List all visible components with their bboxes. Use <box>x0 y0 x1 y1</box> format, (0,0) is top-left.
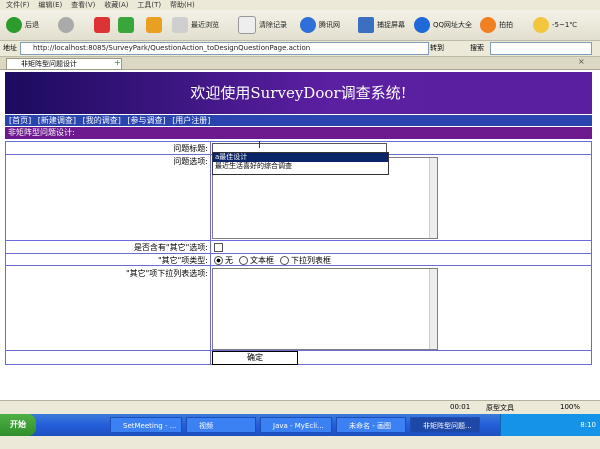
site-nav: [首页] [新建调查] [我的调查] [参与调查] [用户注册] <box>5 115 592 126</box>
forward-button[interactable] <box>58 15 77 35</box>
task-setmeeting[interactable]: SetMeeting - ... <box>110 417 182 433</box>
textarea-scrollbar[interactable] <box>429 269 437 349</box>
new-tab-icon[interactable]: + <box>114 58 121 67</box>
tab-bar: 非矩阵型问题设计 + × <box>0 57 600 70</box>
tencent-icon <box>300 17 316 33</box>
shoot-button[interactable]: 拍拍 <box>480 15 513 35</box>
close-tab-icon[interactable]: × <box>578 57 585 66</box>
menu-tools[interactable]: 工具(T) <box>137 0 161 10</box>
site-banner: 欢迎使用SurveyDoor调查系统! <box>5 72 592 114</box>
form-column-divider <box>210 141 211 365</box>
desktop-bottom <box>0 436 600 449</box>
status-time: 00:01 <box>450 403 471 411</box>
weather-widget[interactable]: -5~1℃ <box>533 15 577 35</box>
has-other-label: 是否含有"其它"选项: <box>133 243 208 252</box>
stop-icon <box>94 17 110 33</box>
task-java[interactable]: Java - MyEcli... <box>260 417 332 433</box>
has-other-checkbox[interactable] <box>214 243 223 252</box>
other-list-label: "其它"项下拉列表选项: <box>125 269 208 278</box>
screen-icon <box>358 17 374 33</box>
radio-textbox-label: 文本框 <box>250 256 274 265</box>
radio-none[interactable] <box>214 256 223 265</box>
start-button[interactable]: 开始 <box>0 414 36 436</box>
task-paint[interactable]: 未命名 - 画图 <box>336 417 406 433</box>
screenshot-button[interactable]: 捕捉屏幕 <box>358 15 405 35</box>
browser-statusbar: 00:01 原型文具 100% <box>0 400 600 414</box>
form-row-divider <box>5 240 592 241</box>
refresh-button[interactable] <box>118 15 137 35</box>
status-zoom[interactable]: 100% <box>560 403 580 411</box>
search-input[interactable] <box>490 42 592 55</box>
section-title: 非矩阵型问题设计: <box>5 127 592 139</box>
address-bar: 地址 http://localhost:8085/SurveyPark/Ques… <box>0 41 600 57</box>
nav-register[interactable]: [用户注册] <box>172 116 210 125</box>
other-type-label: "其它"项类型: <box>157 256 208 265</box>
paipai-icon <box>480 17 496 33</box>
windows-taskbar: 开始 SetMeeting - ... 视频 Java - MyEcli... … <box>0 414 600 436</box>
nav-home[interactable]: [首页] <box>9 116 31 125</box>
autocomplete-dropdown: a最佳设计 最近生活喜好的综合调查 <box>212 152 389 175</box>
radio-dropdown[interactable] <box>280 256 289 265</box>
radio-dropdown-label: 下拉列表框 <box>291 256 331 265</box>
nav-new-survey[interactable]: [新建调查] <box>38 116 76 125</box>
go-button[interactable]: 转到 <box>430 43 444 53</box>
form-row-divider <box>5 253 592 254</box>
system-tray: 8:10 <box>500 414 600 436</box>
tray-clock[interactable]: 8:10 <box>580 421 596 429</box>
home-button[interactable] <box>146 15 165 35</box>
recent-icon <box>172 17 188 33</box>
textarea-scrollbar[interactable] <box>429 158 437 238</box>
menu-file[interactable]: 文件(F) <box>6 0 30 10</box>
confirm-button[interactable]: 确定 <box>212 351 298 365</box>
form-row-divider <box>5 364 592 365</box>
refresh-icon <box>118 17 134 33</box>
task-video[interactable]: 视频 <box>186 417 256 433</box>
weather-sun-icon <box>533 17 549 33</box>
home-icon <box>146 17 162 33</box>
form-border-left <box>5 141 6 365</box>
text-cursor-icon: I <box>258 140 261 151</box>
menu-favorites[interactable]: 收藏(A) <box>104 0 128 10</box>
radio-textbox[interactable] <box>239 256 248 265</box>
form-border-right <box>591 141 592 365</box>
form-row-divider <box>5 141 592 142</box>
form-row-divider <box>5 350 592 351</box>
other-type-radio-group: 无 文本框 下拉列表框 <box>214 255 331 266</box>
nav-join-survey[interactable]: [参与调查] <box>127 116 165 125</box>
qq-sites-button[interactable]: QQ网址大全 <box>414 15 472 35</box>
autocomplete-item[interactable]: a最佳设计 <box>213 153 388 162</box>
tab-current[interactable]: 非矩阵型问题设计 <box>6 58 122 70</box>
eraser-icon <box>238 16 256 34</box>
recent-button[interactable]: 最近浏览 <box>172 15 219 35</box>
back-button[interactable]: 后退 <box>6 15 39 35</box>
status-zone: 原型文具 <box>486 404 514 412</box>
question-title-label: 问题标题: <box>173 144 208 153</box>
menu-view[interactable]: 查看(V) <box>71 0 95 10</box>
stop-button[interactable] <box>94 15 113 35</box>
address-input[interactable]: http://localhost:8085/SurveyPark/Questio… <box>20 42 429 55</box>
forward-arrow-icon <box>58 17 74 33</box>
address-label: 地址 <box>3 44 17 52</box>
task-browser[interactable]: 非矩阵型问题... <box>410 417 480 433</box>
radio-none-label: 无 <box>225 256 233 265</box>
search-button[interactable]: 搜索 <box>470 43 484 53</box>
nav-my-surveys[interactable]: [我的调查] <box>83 116 121 125</box>
news-button[interactable]: 腾讯网 <box>300 15 340 35</box>
menu-help[interactable]: 帮助(H) <box>170 0 195 10</box>
autocomplete-item[interactable]: 最近生活喜好的综合调查 <box>213 162 388 171</box>
browser-toolbar: 后退 最近浏览 清除记录 腾讯网 捕捉屏幕 QQ网址大全 拍拍 -5~1℃ <box>0 10 600 41</box>
clear-history-button[interactable]: 清除记录 <box>238 15 287 35</box>
qq-search-icon <box>414 17 430 33</box>
other-list-textarea[interactable] <box>212 268 438 350</box>
back-arrow-icon <box>6 17 22 33</box>
question-options-label: 问题选项: <box>173 157 208 166</box>
menu-edit[interactable]: 编辑(E) <box>38 0 62 10</box>
